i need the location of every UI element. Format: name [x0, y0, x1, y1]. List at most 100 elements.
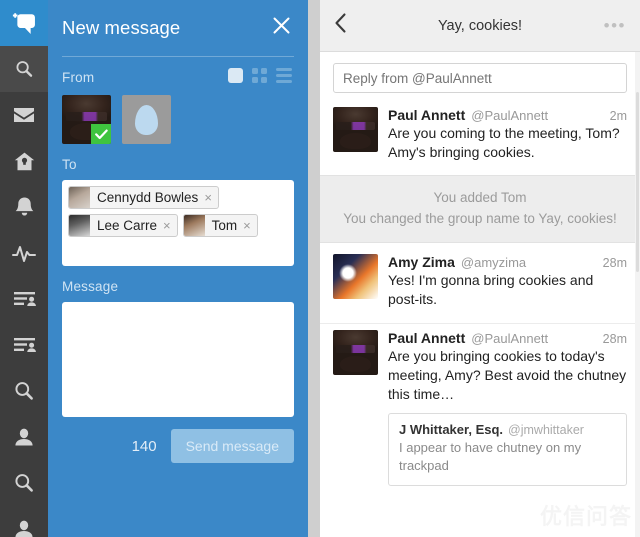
list-view-icon[interactable]	[276, 67, 292, 83]
rail-item-profile[interactable]	[0, 414, 48, 460]
search-icon	[13, 380, 35, 402]
avatar[interactable]	[333, 254, 378, 300]
pulse-icon	[12, 244, 36, 262]
conversation-header: Yay, cookies! •••	[320, 0, 640, 52]
close-button[interactable]	[268, 15, 294, 41]
message-author-name: Paul Annett	[388, 329, 466, 346]
character-counter: 140	[131, 437, 157, 455]
recipient-name: Cennydd Bowles	[97, 190, 199, 205]
system-event-line: You changed the group name to Yay, cooki…	[343, 211, 617, 227]
rail-item-notifications[interactable]	[0, 184, 48, 230]
close-icon	[273, 17, 290, 39]
message-text: Are you coming to the meeting, Tom? Amy'…	[388, 125, 620, 161]
grid-view-icon[interactable]	[252, 67, 267, 83]
message-item: Paul Annett @PaulAnnett 28m Are you brin…	[320, 322, 640, 500]
compose-footer: 140 Send message	[62, 429, 294, 463]
glasses-decor	[336, 122, 375, 130]
message-item: Amy Zima @amyzima 28m Yes! I'm gonna bri…	[320, 243, 640, 322]
message-author-name: Paul Annett	[388, 107, 466, 123]
rail-item-lists[interactable]	[0, 276, 48, 322]
person-icon	[13, 519, 35, 537]
avatar	[69, 187, 90, 208]
selected-check-badge	[91, 124, 111, 144]
rail-item-search-alt[interactable]	[0, 368, 48, 414]
recipient-chip-list: Cennydd Bowles × Lee Carre × Tom ×	[68, 186, 288, 237]
system-event-line: You added Tom	[433, 190, 527, 206]
recipients-field[interactable]: Cennydd Bowles × Lee Carre × Tom ×	[62, 180, 294, 266]
new-message-icon	[12, 12, 36, 34]
glasses-decor	[336, 344, 375, 353]
message-timestamp: 28m	[602, 331, 627, 346]
message-text: Yes! I'm gonna bring cookies and post-it…	[388, 272, 594, 308]
avatar	[69, 215, 90, 236]
search-icon	[13, 472, 35, 494]
egg-icon	[135, 104, 158, 135]
panel-title: New message	[62, 17, 181, 38]
watermark: 优信问答	[540, 499, 632, 531]
avatar[interactable]	[333, 107, 378, 152]
envelope-icon	[12, 105, 36, 125]
more-options-button[interactable]: •••	[604, 16, 626, 36]
compose-header: New message	[62, 0, 294, 56]
quoted-tweet-card[interactable]: J Whittaker, Esq. @jmwhittaker I appear …	[388, 413, 627, 487]
recipient-name: Tom	[211, 218, 238, 233]
panel-divider	[308, 0, 320, 537]
quoted-text: I appear to have chutney on my trackpad	[399, 440, 582, 474]
system-event-block: You added Tom You changed the group name…	[320, 175, 640, 244]
message-label: Message	[62, 279, 119, 294]
message-timestamp: 2m	[609, 109, 627, 123]
message-input[interactable]	[62, 302, 294, 417]
icon-rail	[0, 0, 48, 537]
rail-item-home[interactable]	[0, 138, 48, 184]
quoted-author-name: J Whittaker, Esq.	[399, 422, 504, 438]
message-text: Are you bringing cookies to today's meet…	[388, 347, 627, 402]
remove-recipient-icon[interactable]: ×	[163, 219, 171, 232]
view-toggle-group	[228, 67, 294, 83]
rail-item-search[interactable]	[0, 46, 48, 92]
remove-recipient-icon[interactable]: ×	[204, 191, 212, 204]
send-message-button[interactable]: Send message	[170, 429, 294, 463]
message-author-name: Amy Zima	[388, 254, 455, 271]
message-author-handle: @amyzima	[460, 255, 527, 271]
quoted-author-handle: @jmwhittaker	[508, 423, 584, 438]
home-icon	[13, 151, 36, 172]
conversation-title: Yay, cookies!	[437, 17, 523, 34]
rail-item-search-alt-2[interactable]	[0, 460, 48, 506]
avatar[interactable]	[333, 329, 378, 375]
glasses-decor	[66, 112, 107, 121]
rail-item-lists-alt[interactable]	[0, 322, 48, 368]
rail-item-messages[interactable]	[0, 92, 48, 138]
search-icon	[14, 59, 34, 79]
from-account-list	[62, 95, 294, 144]
recipient-chip[interactable]: Lee Carre ×	[68, 214, 178, 237]
back-button[interactable]	[334, 13, 356, 38]
reply-input[interactable]	[333, 63, 627, 93]
recipient-chip[interactable]: Cennydd Bowles ×	[68, 186, 219, 209]
new-message-panel: New message From To Cennydd Bowles × Lee…	[48, 0, 308, 537]
message-item: Paul Annett @PaulAnnett 2m Are you comin…	[320, 103, 640, 175]
list-person-icon	[13, 337, 36, 353]
from-account-avatar-selected[interactable]	[62, 95, 111, 144]
remove-recipient-icon[interactable]: ×	[243, 219, 251, 232]
reply-area	[320, 52, 640, 103]
scrollbar-thumb[interactable]	[636, 92, 639, 272]
rail-item-activity[interactable]	[0, 230, 48, 276]
bell-icon	[14, 196, 35, 218]
message-author-handle: @PaulAnnett	[471, 330, 549, 346]
rail-item-new-message[interactable]	[0, 0, 48, 46]
rail-item-profile-alt[interactable]	[0, 506, 48, 537]
single-view-icon[interactable]	[228, 67, 243, 83]
from-account-avatar-egg[interactable]	[122, 95, 171, 144]
message-timestamp: 28m	[602, 256, 627, 271]
beard-decor	[340, 133, 371, 149]
chevron-left-icon	[334, 13, 347, 38]
recipient-chip[interactable]: Tom ×	[182, 214, 258, 237]
from-label: From	[62, 70, 95, 85]
beard-decor	[340, 355, 371, 372]
check-icon	[94, 129, 108, 140]
message-author-handle: @PaulAnnett	[471, 108, 549, 123]
recipient-name: Lee Carre	[97, 218, 158, 233]
conversation-panel: Yay, cookies! ••• Paul Annett @PaulAnnet…	[320, 0, 640, 537]
person-icon	[13, 427, 35, 447]
conversation-scrollbar[interactable]	[635, 52, 640, 537]
